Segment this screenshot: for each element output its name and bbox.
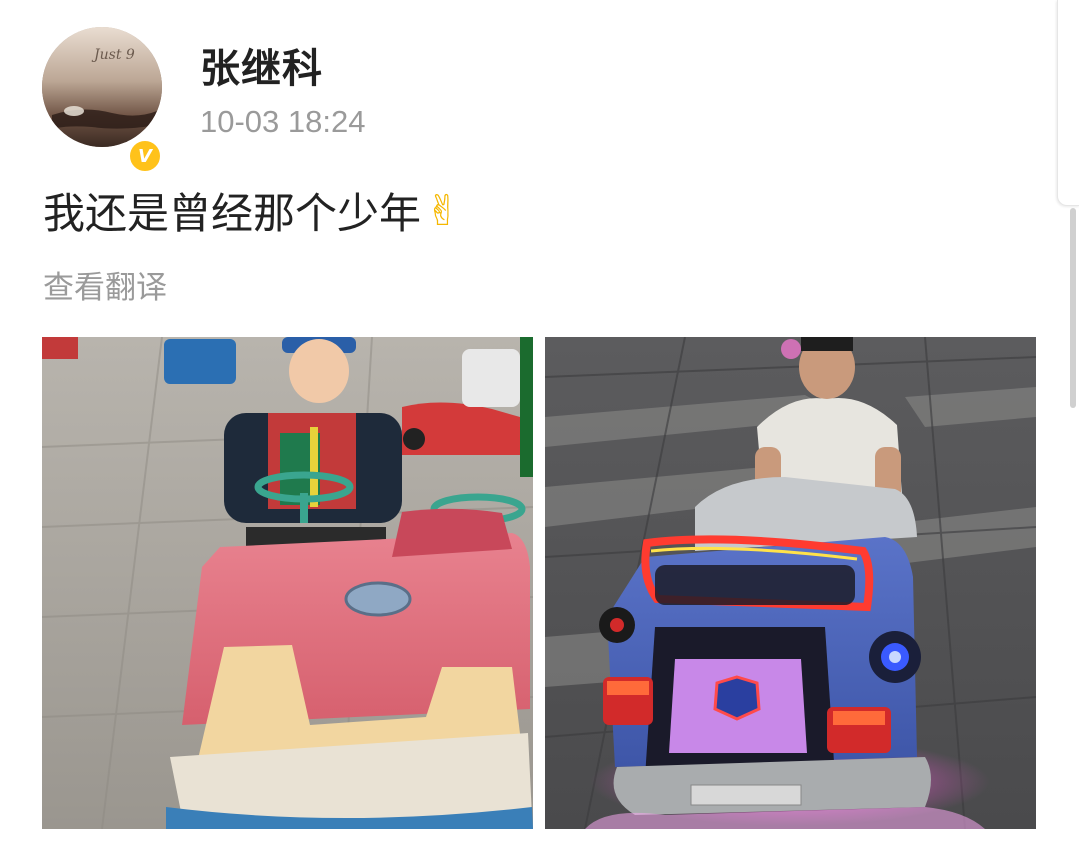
scrollbar-track[interactable]: [1057, 0, 1079, 206]
author-name[interactable]: 张继科: [200, 36, 323, 94]
post-timestamp: 10-03 18:24: [200, 104, 366, 139]
post-text-content: 我还是曾经那个少年: [43, 189, 422, 238]
avatar-watermark: Just 9: [91, 47, 135, 63]
victory-hand-icon: ✌: [425, 186, 461, 235]
post-text: 我还是曾经那个少年 ✌: [43, 180, 460, 241]
weibo-post: Just 9 V 张继科 10-03 18:24 我还是曾经那个少年 ✌ 查看翻…: [0, 0, 1079, 847]
photo-adult-bumper-car[interactable]: [545, 337, 1036, 829]
avatar-container[interactable]: Just 9 V: [42, 27, 164, 175]
verified-badge-icon: V: [126, 137, 164, 175]
translate-link[interactable]: 查看翻译: [43, 262, 167, 307]
scroll-thumb[interactable]: [1070, 208, 1076, 408]
photo-childhood-bumper-car[interactable]: [42, 337, 533, 829]
avatar[interactable]: Just 9: [42, 27, 162, 147]
